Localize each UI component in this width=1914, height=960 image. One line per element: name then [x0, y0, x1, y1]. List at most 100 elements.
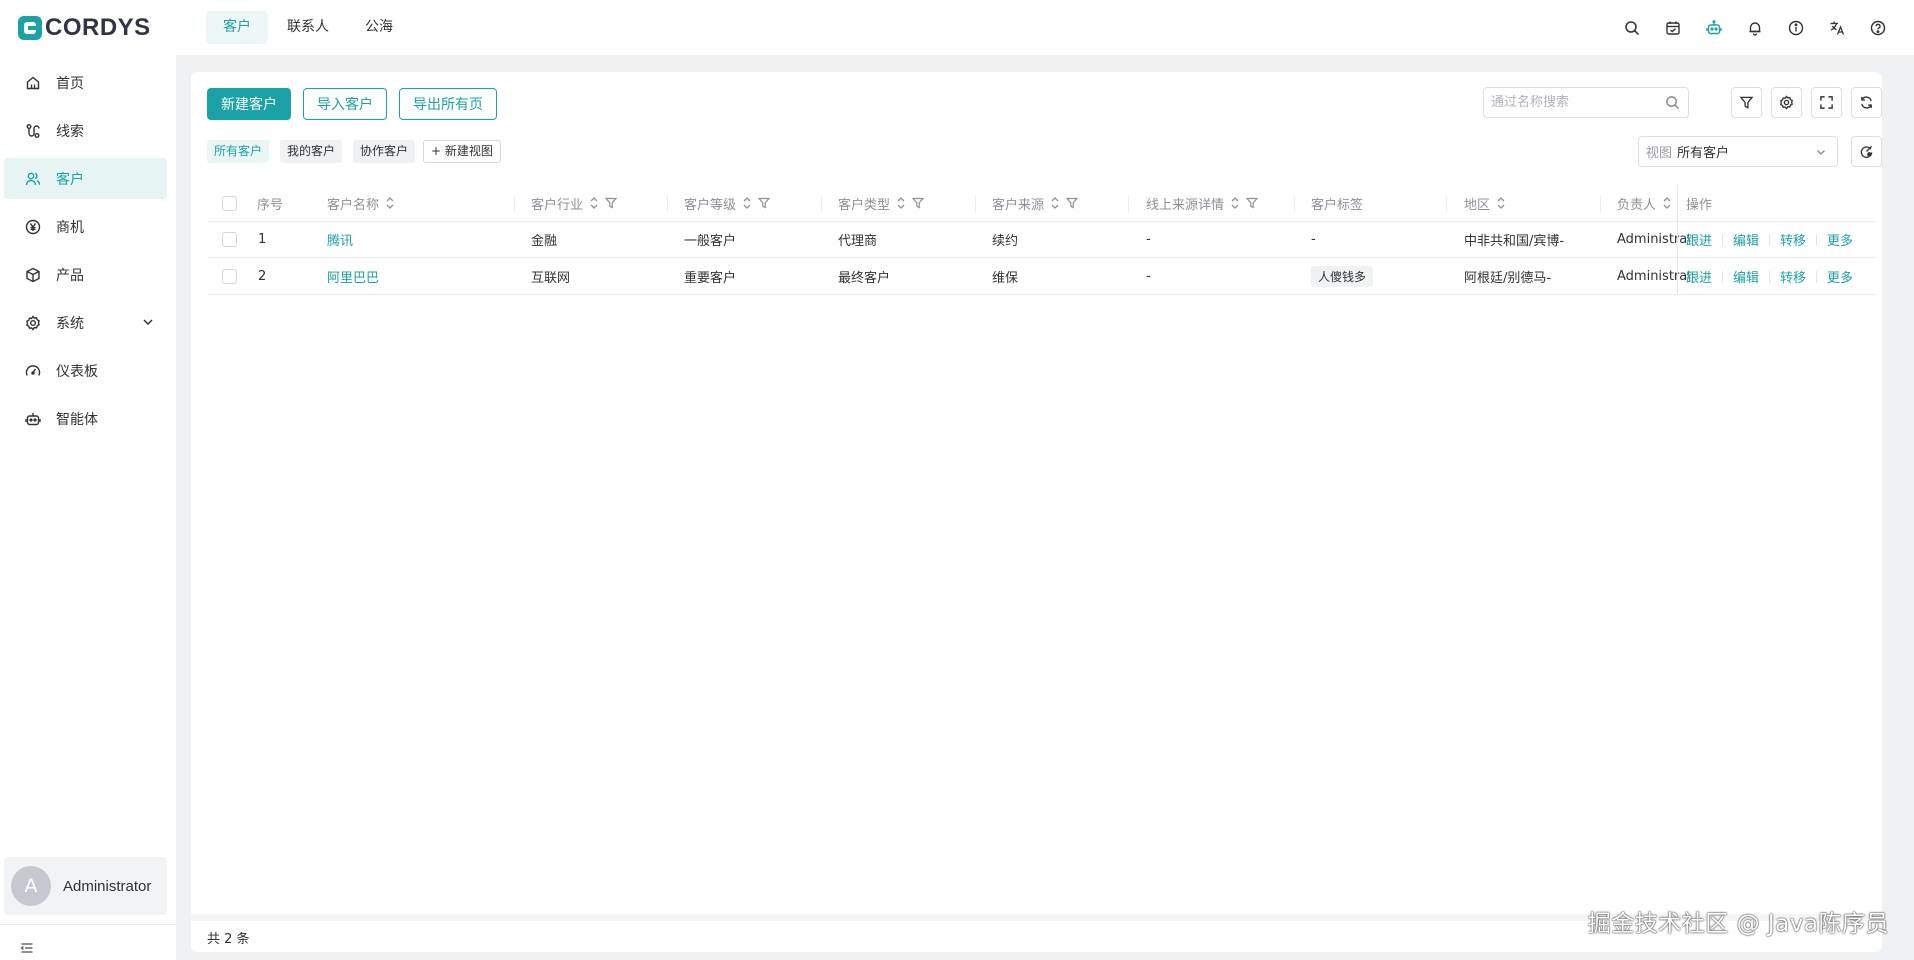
cell-index: 2: [258, 269, 267, 284]
filter-icon[interactable]: [1246, 197, 1259, 209]
sort-icon[interactable]: [589, 196, 599, 210]
sort-icon[interactable]: [385, 196, 395, 210]
cell-region: 中非共和国/宾博-: [1464, 234, 1565, 249]
sort-icon[interactable]: [896, 196, 906, 210]
calendar-icon[interactable]: [1652, 13, 1693, 43]
view-chip-mine[interactable]: 我的客户: [280, 140, 343, 163]
view-chip-collab[interactable]: 协作客户: [353, 140, 416, 163]
sidebar-item-label: 智能体: [56, 411, 98, 428]
action-divider: [1722, 233, 1724, 246]
col-name-label: 客户名称: [327, 197, 380, 213]
action-divider: [1769, 233, 1771, 246]
row-checkbox[interactable]: [222, 232, 237, 247]
search-input[interactable]: [1484, 88, 1654, 117]
customer-tag: 人傻钱多: [1311, 266, 1374, 287]
row-actions: 跟进 编辑 转移 更多: [1686, 259, 1853, 294]
sidebar-item-dashboard[interactable]: 仪表板: [4, 350, 167, 391]
help-icon[interactable]: [1857, 13, 1898, 43]
sidebar-item-label: 客户: [56, 171, 84, 188]
search-icon[interactable]: [1611, 13, 1652, 43]
col-source-label: 客户来源: [992, 197, 1045, 213]
cell-customer-name-link[interactable]: 阿里巴巴: [327, 259, 379, 294]
tab-public-pool[interactable]: 公海: [348, 11, 410, 44]
robot-icon[interactable]: [1693, 13, 1734, 43]
col-online-detail[interactable]: 线上来源详情: [1146, 185, 1259, 221]
sidebar-item-leads[interactable]: 线索: [4, 110, 167, 151]
export-all-pages-button[interactable]: 导出所有页: [399, 88, 497, 120]
more-link[interactable]: 更多: [1827, 267, 1853, 286]
sort-icon[interactable]: [1496, 196, 1506, 210]
sort-icon[interactable]: [1050, 196, 1060, 210]
view-select[interactable]: 视图 所有客户: [1638, 136, 1838, 167]
follow-up-link[interactable]: 跟进: [1686, 267, 1712, 286]
info-icon[interactable]: [1775, 13, 1816, 43]
sidebar-item-label: 首页: [56, 75, 84, 92]
filter-icon: [1739, 96, 1754, 109]
row-checkbox[interactable]: [222, 269, 237, 284]
sidebar-item-products[interactable]: 产品: [4, 254, 167, 295]
action-divider: [1722, 270, 1724, 283]
column-divider: [821, 195, 822, 212]
action-divider: [1769, 270, 1771, 283]
settings-button[interactable]: [1771, 87, 1802, 118]
filter-button[interactable]: [1731, 87, 1762, 118]
app-logo[interactable]: CORDYS: [18, 14, 190, 42]
transfer-link[interactable]: 转移: [1780, 267, 1806, 286]
col-region-label: 地区: [1464, 197, 1491, 213]
select-all-checkbox[interactable]: [222, 195, 237, 211]
search-icon[interactable]: [1665, 95, 1680, 110]
bell-icon[interactable]: [1734, 13, 1775, 43]
translate-icon[interactable]: [1816, 13, 1857, 43]
transfer-link[interactable]: 转移: [1780, 230, 1806, 249]
col-level[interactable]: 客户等级: [684, 185, 771, 221]
column-divider: [975, 195, 976, 212]
filter-icon[interactable]: [1066, 197, 1079, 209]
action-divider: [1816, 270, 1818, 283]
col-name[interactable]: 客户名称: [327, 185, 395, 221]
follow-up-link[interactable]: 跟进: [1686, 230, 1712, 249]
filter-icon[interactable]: [758, 197, 771, 209]
col-source[interactable]: 客户来源: [992, 185, 1079, 221]
col-owner[interactable]: 负责人: [1617, 185, 1691, 221]
view-chip-all[interactable]: 所有客户: [207, 140, 270, 163]
col-type-label: 客户类型: [838, 197, 891, 213]
sidebar-item-system[interactable]: 系统: [4, 302, 167, 343]
sidebar-item-home[interactable]: 首页: [4, 62, 167, 103]
sort-icon[interactable]: [1230, 196, 1240, 210]
cell-source: 续约: [992, 234, 1019, 249]
more-link[interactable]: 更多: [1827, 230, 1853, 249]
user-profile[interactable]: A Administrator: [4, 857, 167, 915]
new-view-button[interactable]: + 新建视图: [423, 140, 501, 163]
filter-icon[interactable]: [912, 197, 925, 209]
sidebar-item-opportunities[interactable]: 商机: [4, 206, 167, 247]
filter-icon[interactable]: [605, 197, 618, 209]
sidebar-item-label: 线索: [56, 123, 84, 140]
robot-icon: [24, 410, 42, 428]
edit-link[interactable]: 编辑: [1733, 230, 1759, 249]
col-industry[interactable]: 客户行业: [531, 185, 618, 221]
sort-icon[interactable]: [1662, 196, 1672, 210]
column-divider: [1446, 195, 1447, 212]
sort-icon[interactable]: [742, 196, 752, 210]
col-owner-label: 负责人: [1617, 197, 1657, 213]
refresh-button[interactable]: [1851, 87, 1882, 118]
view-manage-button[interactable]: [1851, 136, 1882, 167]
cell-region: 阿根廷/别德马-: [1464, 271, 1552, 286]
edit-link[interactable]: 编辑: [1733, 267, 1759, 286]
collapse-sidebar-icon[interactable]: [20, 941, 34, 955]
watermark-text: 掘金技术社区 @ Java陈序员: [1587, 911, 1889, 937]
tab-contacts[interactable]: 联系人: [270, 11, 346, 44]
import-customer-button[interactable]: 导入客户: [303, 88, 387, 120]
new-customer-button[interactable]: 新建客户: [207, 88, 291, 120]
tab-customers[interactable]: 客户: [206, 11, 268, 44]
col-region[interactable]: 地区: [1464, 185, 1506, 221]
sidebar-item-customers[interactable]: 客户: [4, 158, 167, 199]
sidebar-item-agents[interactable]: 智能体: [4, 398, 167, 439]
col-type[interactable]: 客户类型: [838, 185, 925, 221]
search-box: [1483, 87, 1689, 118]
fullscreen-button[interactable]: [1811, 87, 1842, 118]
cell-tag-container: 人傻钱多: [1311, 259, 1374, 294]
cell-customer-name-link[interactable]: 腾讯: [327, 222, 353, 257]
sidebar-item-label: 系统: [56, 315, 84, 332]
chevron-down-icon: [143, 319, 153, 326]
